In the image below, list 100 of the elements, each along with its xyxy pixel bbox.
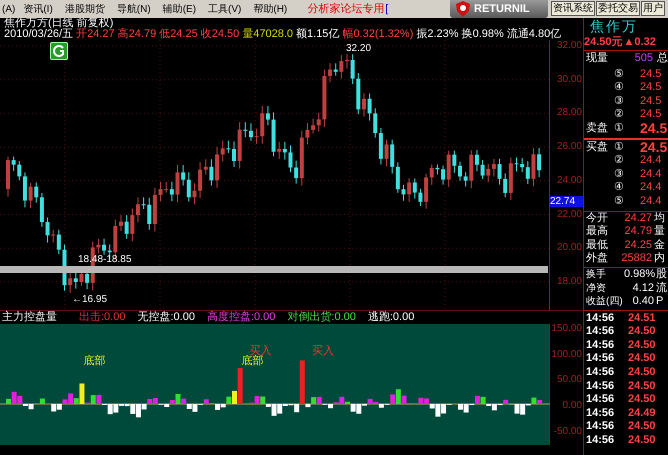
axis-label: 50.00 <box>556 375 582 386</box>
quote-value: 高24.79 <box>118 29 156 40</box>
tick-price: 24.49 <box>628 406 656 420</box>
axis-label: 18.00 <box>556 276 582 287</box>
stat-label: P <box>656 295 664 309</box>
stock-name: 焦作万 <box>589 18 639 34</box>
order-label: 卖盘 <box>586 122 609 136</box>
field-label: 总 <box>657 52 668 66</box>
volume-label: 现量 <box>586 52 609 66</box>
app-logo-icon[interactable] <box>50 42 68 60</box>
price-tag: 22.74 <box>550 196 583 208</box>
order-level: ① <box>614 140 625 154</box>
order-price: 24.4 <box>640 194 662 209</box>
order-price: 24.5 <box>640 81 662 95</box>
tick-price: 24.50 <box>628 434 656 448</box>
stat-label: 换手 <box>586 268 607 282</box>
axis-label: 150.00 <box>551 324 582 334</box>
axis-label: 28.00 <box>556 108 582 118</box>
tick-time: 14:56 <box>586 325 616 339</box>
signal-label: 买入 <box>250 346 272 357</box>
tick-price: 24.50 <box>628 380 656 394</box>
tick-price: 24.50 <box>628 393 656 407</box>
quote-value: 额1.15亿 <box>296 29 340 40</box>
stat-label: 内 <box>654 252 665 266</box>
axis-label: 0.00 <box>562 401 582 411</box>
signal-label: 买入 <box>312 346 334 357</box>
stat-label: 均 <box>654 212 665 225</box>
order-price: 24.5 <box>640 68 662 82</box>
volume-value: 505 <box>634 52 653 66</box>
quote-value: 2010/03/26/五 <box>4 29 74 40</box>
menu-item[interactable]: (A) <box>0 2 18 16</box>
stat-value: 24.25 <box>623 238 652 252</box>
menu-item[interactable]: 港股期货 <box>58 2 111 16</box>
stat-label: 今开 <box>586 212 609 224</box>
menu-item[interactable]: 资讯(I) <box>17 2 59 16</box>
tick-time: 14:56 <box>586 352 616 366</box>
axis-label: 100.00 <box>551 350 582 360</box>
stat-value: 0.40 <box>632 295 654 309</box>
order-level: ③ <box>614 94 625 108</box>
low-price-label: ←16.95 <box>72 293 108 307</box>
order-level: ④ <box>614 181 625 195</box>
order-price: 24.5 <box>640 94 662 108</box>
tick-time: 14:56 <box>586 434 616 448</box>
tick-time: 14:56 <box>586 312 616 326</box>
signal-label: 底部 <box>242 356 264 367</box>
indicator-value: 逃跑:0.00 <box>368 310 414 326</box>
stat-label: 股 <box>656 268 667 282</box>
quote-value: 流通4.80亿 <box>506 29 562 40</box>
tick-time: 14:56 <box>586 393 616 407</box>
forum-notice: 分析家论坛专用 <box>307 2 384 17</box>
stat-value: 4.12 <box>632 282 654 296</box>
axis-label: -50.00 <box>554 426 582 437</box>
toolbar-button[interactable]: 委托交易 <box>596 1 640 16</box>
tick-price: 24.50 <box>628 352 656 366</box>
axis-label: 20.00 <box>556 243 582 254</box>
tick-price: 24.50 <box>628 366 656 380</box>
menu-item[interactable]: 辅助(E) <box>156 2 202 16</box>
axis-label: 30.00 <box>556 74 582 85</box>
quote-value: 振2.23% <box>416 29 459 40</box>
stat-label: 金 <box>654 238 665 252</box>
high-price-label: 32.20 <box>346 42 372 56</box>
stat-value: 25882 <box>620 252 652 266</box>
current-price: 24.50元 <box>584 35 623 50</box>
quote-value: 收24.50 <box>200 29 240 40</box>
menu-item[interactable]: 工具(V) <box>202 2 248 16</box>
order-price: 24.4 <box>640 154 662 168</box>
stat-value: 24.79 <box>623 225 652 239</box>
menu-item[interactable]: 导航(N) <box>110 2 157 16</box>
order-price: 24.5 <box>640 140 668 154</box>
axis-label: 26.00 <box>556 142 582 152</box>
signal-label: 底部 <box>83 356 106 367</box>
tick-time: 14:56 <box>586 420 616 434</box>
quote-value: 开24.27 <box>76 29 115 40</box>
menu-item[interactable]: 帮助(H) <box>247 2 294 16</box>
order-level: ② <box>614 154 625 168</box>
order-level: ① <box>614 122 625 136</box>
shield-icon <box>456 1 470 17</box>
stat-label: 最高 <box>586 225 609 239</box>
tick-price: 24.50 <box>628 338 656 352</box>
price-change: ▲0.32 <box>624 35 656 50</box>
order-level: ⑤ <box>614 194 625 209</box>
stat-label: 最低 <box>586 238 609 252</box>
tick-time: 14:56 <box>586 366 616 380</box>
toolbar-button[interactable]: 资讯系统 <box>551 1 595 16</box>
indicator-value: 无控盘:0.00 <box>137 310 195 326</box>
quote-value: 量47028.0 <box>242 29 294 40</box>
returnil-badge[interactable]: RETURNIL <box>450 0 548 18</box>
indicator-name: 主力控盘量 <box>2 310 57 326</box>
stat-label: 量 <box>654 225 665 239</box>
order-level: ② <box>614 108 625 122</box>
order-level: ⑤ <box>614 68 625 82</box>
tick-price: 24.50 <box>628 325 656 339</box>
quote-value: 换0.98% <box>462 29 504 40</box>
order-label: 买盘 <box>586 140 609 154</box>
axis-label: 24.00 <box>556 176 582 186</box>
order-price: 24.5 <box>640 108 662 122</box>
indicator-value: 高度控盘:0.00 <box>206 310 276 326</box>
toolbar-button[interactable]: 用户 <box>641 1 665 16</box>
order-price: 24.4 <box>640 181 662 195</box>
axis-label: 22.00 <box>556 210 582 220</box>
